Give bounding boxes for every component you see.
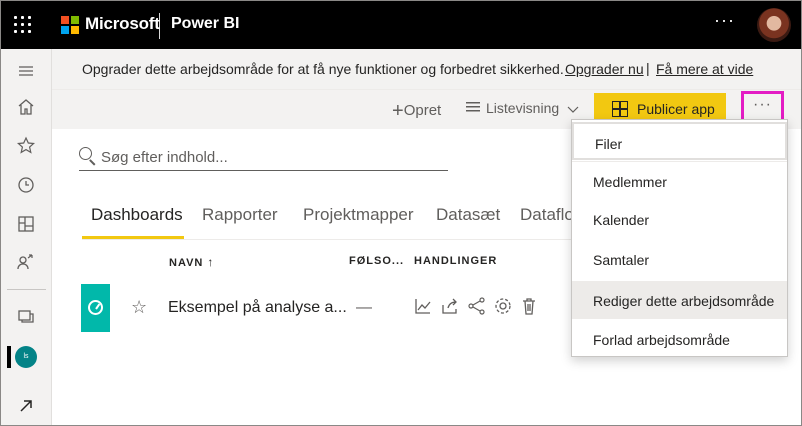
- sort-up-icon: ↑: [207, 255, 215, 269]
- tab-workbooks[interactable]: Projektmapper: [303, 205, 414, 225]
- get-data-icon[interactable]: [14, 394, 38, 418]
- column-name-label: NAVN: [169, 257, 204, 269]
- apps-icon[interactable]: [14, 212, 38, 236]
- home-icon[interactable]: [14, 95, 38, 119]
- chevron-down-icon: [567, 106, 579, 114]
- menu-item-files[interactable]: Filer: [572, 122, 787, 160]
- view-dropdown[interactable]: Listevisning: [466, 100, 579, 116]
- menu-item-label: Filer: [595, 136, 623, 152]
- item-sensitivity: —: [356, 299, 372, 316]
- upgrade-banner: Opgrader dette arbejdsområde for at få n…: [52, 49, 801, 89]
- publish-label: Publicer app: [637, 101, 715, 117]
- upgrade-link[interactable]: Opgrader nu: [565, 61, 644, 77]
- menu-item-conversations[interactable]: Samtaler: [572, 240, 787, 278]
- search-placeholder: Søg efter indhold...: [101, 149, 228, 166]
- banner-message: Opgrader dette arbejdsområde for at få n…: [82, 61, 564, 77]
- top-bar: Microsoft Power BI ···: [1, 1, 801, 49]
- menu-item-calendar[interactable]: Kalender: [572, 200, 787, 238]
- favorites-icon[interactable]: [14, 134, 38, 158]
- shared-icon[interactable]: [14, 251, 38, 275]
- plus-icon: +: [392, 100, 404, 122]
- app-icon: [612, 101, 628, 117]
- tab-dashboards[interactable]: Dashboards: [91, 205, 183, 225]
- item-name[interactable]: Eksempel på analyse a...: [168, 299, 347, 317]
- analytics-icon[interactable]: [413, 296, 433, 316]
- workspaces-icon[interactable]: [14, 304, 38, 328]
- search-input[interactable]: Søg efter indhold...: [79, 143, 448, 171]
- share-icon[interactable]: [440, 296, 460, 316]
- product-name[interactable]: Power BI: [171, 15, 239, 33]
- tab-datasets[interactable]: Datasæt: [436, 205, 500, 225]
- menu-icon[interactable]: [14, 59, 38, 83]
- menu-item-label: Forlad arbejdsområde: [593, 332, 730, 348]
- tab-reports[interactable]: Rapporter: [202, 205, 278, 225]
- menu-item-leave-workspace[interactable]: Forlad arbejdsområde: [572, 320, 787, 358]
- avatar[interactable]: [757, 8, 791, 42]
- banner-separator: |: [646, 60, 650, 76]
- column-name[interactable]: NAVN ↑: [169, 255, 214, 269]
- menu-item-members[interactable]: Medlemmer: [572, 162, 787, 200]
- nav-separator: [7, 289, 46, 290]
- table-row[interactable]: ☆ Eksempel på analyse a... —: [81, 284, 572, 332]
- search-icon: [79, 147, 92, 160]
- active-indicator: [7, 346, 11, 368]
- divider: [159, 13, 160, 39]
- menu-item-label: Samtaler: [593, 252, 650, 268]
- app-window: Microsoft Power BI ··· ls Opgrader dette…: [0, 0, 802, 426]
- gauge-icon: [88, 300, 103, 315]
- favorite-star-icon[interactable]: ☆: [131, 297, 147, 318]
- view-label: Listevisning: [486, 100, 560, 116]
- table-header: NAVN ↑ FØLSO... HANDLINGER: [52, 249, 572, 273]
- tab-dataflows[interactable]: Dataflo: [520, 205, 574, 225]
- new-button[interactable]: +Opret: [392, 98, 442, 122]
- microsoft-logo-icon: [61, 16, 79, 34]
- column-actions: HANDLINGER: [414, 255, 498, 267]
- menu-item-label: Kalender: [593, 212, 650, 228]
- left-nav: ls: [1, 49, 52, 425]
- waffle-icon[interactable]: [13, 15, 33, 35]
- recent-icon[interactable]: [14, 173, 38, 197]
- new-label: Opret: [403, 102, 442, 119]
- settings-gear-icon[interactable]: [493, 296, 513, 316]
- tabs-divider: [82, 239, 572, 240]
- ellipsis-icon[interactable]: ···: [714, 10, 735, 31]
- menu-item-label: Rediger dette arbejdsområde: [593, 293, 775, 309]
- company-name: Microsoft: [85, 14, 160, 33]
- menu-item-label: Medlemmer: [593, 174, 667, 190]
- more-options-menu: Filer Medlemmer Kalender Samtaler Redige…: [571, 119, 788, 357]
- dashboard-tile-icon: [81, 284, 110, 332]
- menu-item-edit-workspace[interactable]: Rediger dette arbejdsområde: [572, 281, 787, 319]
- workspace-badge[interactable]: ls: [15, 346, 37, 368]
- list-view-icon: [466, 102, 480, 113]
- delete-trash-icon[interactable]: [519, 296, 539, 316]
- column-sensitivity[interactable]: FØLSO...: [349, 255, 404, 267]
- lineage-icon[interactable]: [467, 296, 487, 316]
- learn-more-link[interactable]: Få mere at vide: [656, 61, 753, 77]
